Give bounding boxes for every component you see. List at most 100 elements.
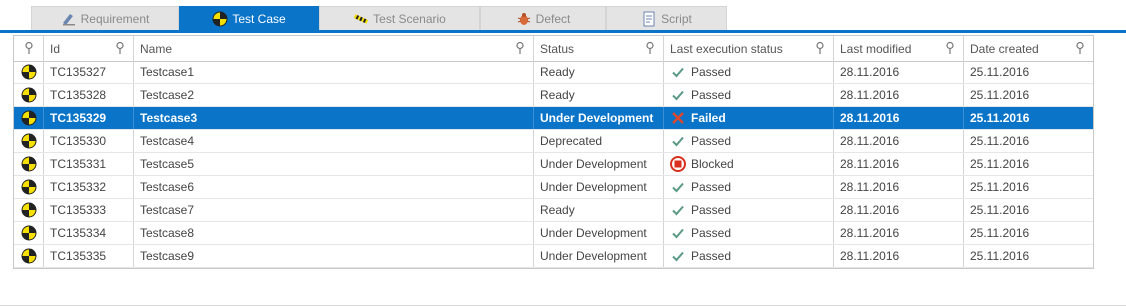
test-case-icon: [21, 248, 37, 264]
test-case-icon: [21, 156, 37, 172]
column-header-date-created[interactable]: Date created: [964, 36, 1093, 61]
execution-status-cell[interactable]: Passed: [664, 222, 834, 244]
execution-status-cell[interactable]: Passed: [664, 176, 834, 198]
row-type-cell: [14, 153, 44, 175]
id-cell[interactable]: TC135334: [44, 222, 134, 244]
execution-status-cell[interactable]: Passed: [664, 245, 834, 267]
column-header-name[interactable]: Name: [134, 36, 534, 61]
check-icon: [670, 87, 686, 103]
pin-icon[interactable]: [115, 42, 125, 54]
date-created-cell[interactable]: 25.11.2016: [964, 176, 1093, 198]
table-row[interactable]: TC135334 Testcase8 Under Development Passed…: [14, 222, 1093, 245]
tab-label: Test Case: [232, 12, 286, 26]
date-created-cell[interactable]: 25.11.2016: [964, 222, 1093, 244]
id-cell[interactable]: TC135332: [44, 176, 134, 198]
table-row[interactable]: TC135327 Testcase1 Ready Passed 28.11.2016 25…: [14, 61, 1093, 84]
id-cell[interactable]: TC135331: [44, 153, 134, 175]
id-cell[interactable]: TC135329: [44, 107, 134, 129]
header-pin-cell[interactable]: [14, 36, 44, 61]
table-row[interactable]: TC135330 Testcase4 Deprecated Passed 28.11.2…: [14, 130, 1093, 153]
check-icon: [670, 133, 686, 149]
tab-label: Script: [661, 11, 692, 26]
last-modified-cell[interactable]: 28.11.2016: [834, 222, 964, 244]
column-header-last-execution-status[interactable]: Last execution status: [664, 36, 834, 61]
status-cell[interactable]: Ready: [534, 61, 664, 83]
pin-icon[interactable]: [1075, 42, 1085, 54]
execution-status-cell[interactable]: Passed: [664, 84, 834, 106]
column-header-last-modified[interactable]: Last modified: [834, 36, 964, 61]
execution-status-cell[interactable]: Failed: [664, 107, 834, 129]
id-cell[interactable]: TC135333: [44, 199, 134, 221]
last-modified-cell[interactable]: 28.11.2016: [834, 130, 964, 152]
date-created-cell[interactable]: 25.11.2016: [964, 61, 1093, 83]
table-row[interactable]: TC135332 Testcase6 Under Development Passed…: [14, 176, 1093, 199]
tab-underline: [0, 30, 1126, 33]
tab-defect[interactable]: Defect: [480, 6, 606, 30]
pin-icon[interactable]: [515, 42, 525, 54]
table-row[interactable]: TC135333 Testcase7 Ready Passed 28.11.2016 25…: [14, 199, 1093, 222]
execution-status-cell[interactable]: Blocked: [664, 153, 834, 175]
id-cell[interactable]: TC135335: [44, 245, 134, 267]
status-cell[interactable]: Under Development: [534, 245, 664, 267]
last-modified-cell[interactable]: 28.11.2016: [834, 61, 964, 83]
execution-status-cell[interactable]: Passed: [664, 61, 834, 83]
row-type-cell: [14, 107, 44, 129]
id-cell[interactable]: TC135328: [44, 84, 134, 106]
date-created-cell[interactable]: 25.11.2016: [964, 245, 1093, 267]
status-cell[interactable]: Under Development: [534, 107, 664, 129]
last-modified-cell[interactable]: 28.11.2016: [834, 84, 964, 106]
name-cell[interactable]: Testcase7: [134, 199, 534, 221]
pin-icon[interactable]: [645, 42, 655, 54]
row-type-cell: [14, 130, 44, 152]
name-cell[interactable]: Testcase5: [134, 153, 534, 175]
test-case-icon: [21, 202, 37, 218]
name-cell[interactable]: Testcase1: [134, 61, 534, 83]
test-case-icon: [21, 87, 37, 103]
pin-icon[interactable]: [945, 42, 955, 54]
last-modified-cell[interactable]: 28.11.2016: [834, 199, 964, 221]
name-cell[interactable]: Testcase2: [134, 84, 534, 106]
name-cell[interactable]: Testcase6: [134, 176, 534, 198]
name-cell[interactable]: Testcase8: [134, 222, 534, 244]
last-modified-cell[interactable]: 28.11.2016: [834, 107, 964, 129]
date-created-cell[interactable]: 25.11.2016: [964, 84, 1093, 106]
date-created-cell[interactable]: 25.11.2016: [964, 153, 1093, 175]
status-cell[interactable]: Ready: [534, 199, 664, 221]
date-created-cell[interactable]: 25.11.2016: [964, 130, 1093, 152]
tab-script[interactable]: Script: [606, 6, 727, 30]
check-icon: [670, 179, 686, 195]
execution-status-cell[interactable]: Passed: [664, 130, 834, 152]
table-row[interactable]: TC135335 Testcase9 Under Development Passed…: [14, 245, 1093, 268]
tab-test-case[interactable]: Test Case: [179, 6, 319, 31]
tab-bar: Requirement Test Case Test Scenario Defe…: [0, 0, 1126, 35]
status-cell[interactable]: Under Development: [534, 153, 664, 175]
tab-requirement[interactable]: Requirement: [31, 6, 179, 30]
name-cell[interactable]: Testcase4: [134, 130, 534, 152]
last-modified-cell[interactable]: 28.11.2016: [834, 176, 964, 198]
table-row[interactable]: TC135331 Testcase5 Under Development Blocke…: [14, 153, 1093, 176]
last-modified-cell[interactable]: 28.11.2016: [834, 245, 964, 267]
id-cell[interactable]: TC135330: [44, 130, 134, 152]
status-cell[interactable]: Under Development: [534, 222, 664, 244]
status-cell[interactable]: Deprecated: [534, 130, 664, 152]
date-created-cell[interactable]: 25.11.2016: [964, 107, 1093, 129]
column-header-id[interactable]: Id: [44, 36, 134, 61]
date-created-cell[interactable]: 25.11.2016: [964, 199, 1093, 221]
tab-label: Defect: [535, 11, 571, 26]
pin-icon[interactable]: [24, 42, 34, 54]
column-header-status[interactable]: Status: [534, 36, 664, 61]
status-cell[interactable]: Ready: [534, 84, 664, 106]
name-cell[interactable]: Testcase9: [134, 245, 534, 267]
table-row[interactable]: TC135329 Testcase3 Under Development Failed…: [14, 107, 1093, 130]
test-case-icon: [21, 225, 37, 241]
pin-icon[interactable]: [815, 42, 825, 54]
last-modified-cell[interactable]: 28.11.2016: [834, 153, 964, 175]
requirement-icon: [61, 11, 77, 27]
status-cell[interactable]: Under Development: [534, 176, 664, 198]
name-cell[interactable]: Testcase3: [134, 107, 534, 129]
execution-status-cell[interactable]: Passed: [664, 199, 834, 221]
tab-test-scenario[interactable]: Test Scenario: [319, 6, 480, 30]
check-icon: [670, 248, 686, 264]
table-row[interactable]: TC135328 Testcase2 Ready Passed 28.11.2016 25…: [14, 84, 1093, 107]
id-cell[interactable]: TC135327: [44, 61, 134, 83]
